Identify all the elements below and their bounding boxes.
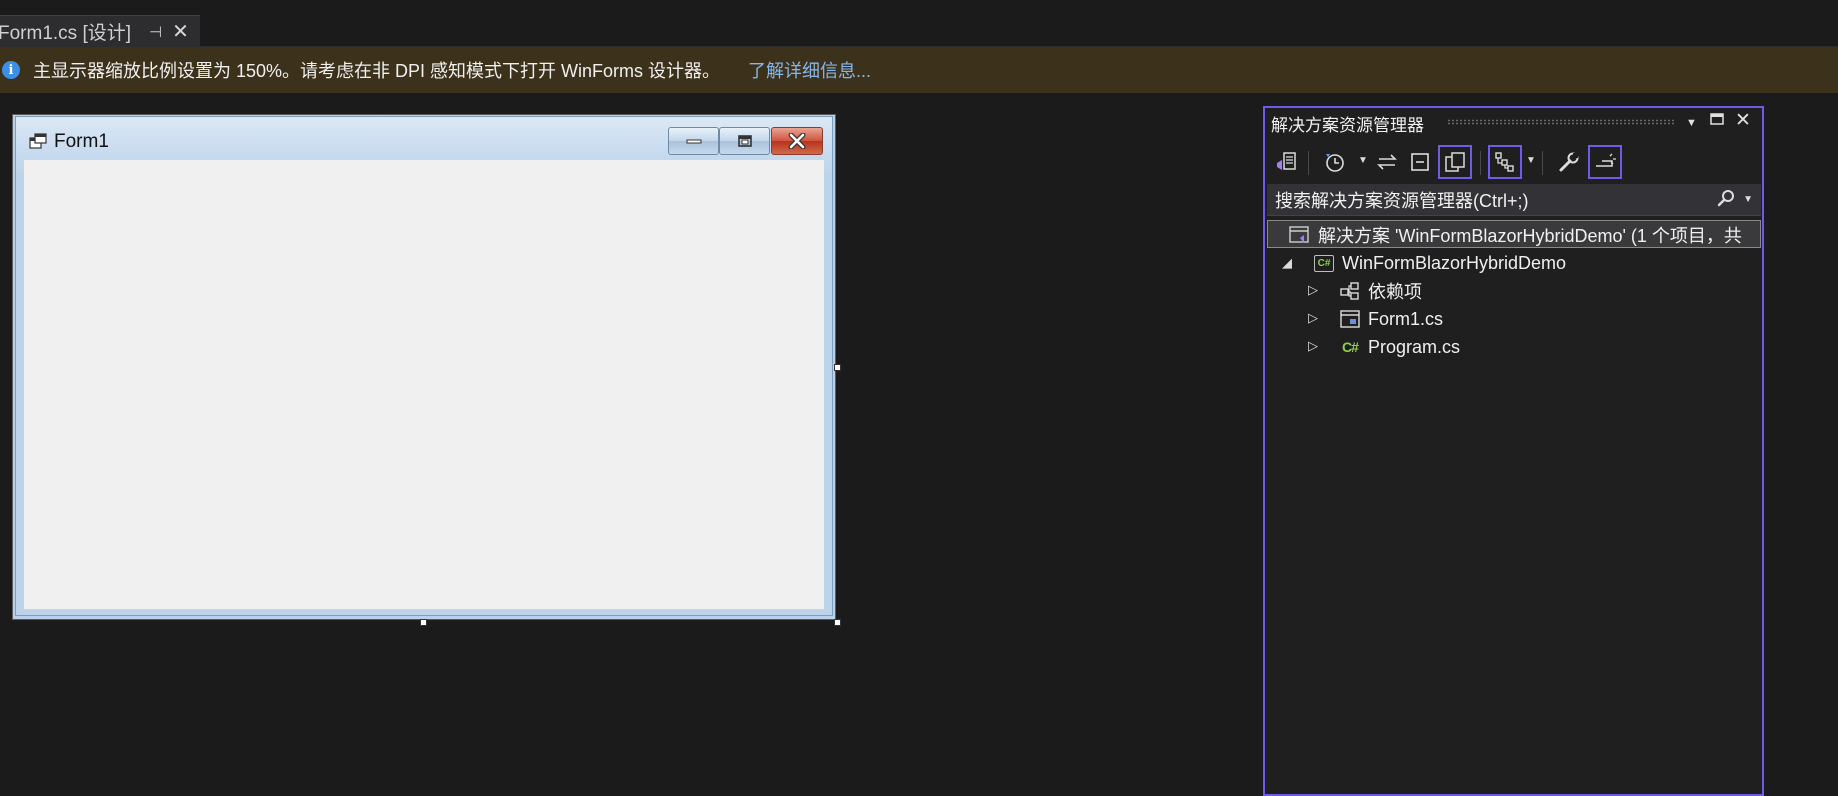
form-title: Form1	[54, 131, 109, 152]
form-window-icon	[29, 133, 47, 149]
window-position-dropdown-icon[interactable]: ▼	[1686, 117, 1697, 129]
solution-explorer-toolbar: ▼ ▼	[1266, 143, 1760, 181]
csharp-file-icon: C#	[1342, 339, 1359, 355]
info-message: 主显示器缩放比例设置为 150%。请考虑在非 DPI 感知模式下打开 WinFo…	[33, 61, 721, 81]
toolbar-separator	[1308, 151, 1309, 175]
solution-icon	[1288, 224, 1312, 246]
show-all-files-icon[interactable]	[1438, 145, 1472, 179]
switch-views-icon[interactable]	[1270, 145, 1304, 179]
dependencies-label: 依赖项	[1368, 282, 1422, 302]
properties-icon[interactable]	[1552, 145, 1586, 179]
close-icon	[788, 133, 806, 149]
learn-more-link[interactable]: 了解详细信息...	[748, 57, 871, 83]
pending-changes-dropdown-icon[interactable]: ▼	[1358, 155, 1368, 166]
tree-row-program[interactable]: ▷ C# Program.cs	[1308, 333, 1460, 361]
tree-row-solution[interactable]: 解决方案 'WinFormBlazorHybridDemo' (1 个项目，共	[1267, 220, 1761, 248]
info-icon: i	[2, 61, 20, 79]
search-icon[interactable]	[1717, 189, 1735, 213]
maximize-button[interactable]	[719, 127, 770, 155]
resize-handle-bottom[interactable]	[420, 619, 427, 626]
minimize-icon	[686, 139, 701, 144]
tree-filter-icon[interactable]	[1488, 145, 1522, 179]
collapse-all-icon[interactable]	[1404, 145, 1438, 179]
solution-label: 解决方案 'WinFormBlazorHybridDemo' (1 个项目，共	[1318, 226, 1742, 246]
form1-label: Form1.cs	[1368, 308, 1444, 329]
document-tab-title: Form1.cs [设计]	[0, 23, 132, 44]
sync-icon[interactable]	[1370, 145, 1404, 179]
maximize-panel-icon[interactable]	[1710, 112, 1724, 131]
close-icon[interactable]: ✕	[172, 19, 189, 44]
search-placeholder: 搜索解决方案资源管理器(Ctrl+;)	[1275, 190, 1529, 211]
toolbar-separator	[1542, 151, 1543, 175]
form-icon	[1338, 308, 1362, 330]
solution-search-input[interactable]: 搜索解决方案资源管理器(Ctrl+;) ▼	[1267, 184, 1761, 216]
program-label: Program.cs	[1368, 336, 1461, 357]
tree-row-dependencies[interactable]: ▷ 依赖项	[1308, 277, 1422, 305]
document-tab[interactable]: Form1.cs [设计] ⊣ ✕	[0, 15, 200, 47]
solution-explorer-title: 解决方案资源管理器	[1271, 116, 1424, 135]
filter-dropdown-icon[interactable]: ▼	[1526, 155, 1536, 166]
minimize-button[interactable]	[668, 127, 719, 155]
collapsed-arrow-icon[interactable]: ▷	[1308, 310, 1318, 326]
panel-drag-grip[interactable]	[1447, 119, 1675, 125]
collapsed-arrow-icon[interactable]: ▷	[1308, 338, 1318, 354]
project-label: WinFormBlazorHybridDemo	[1342, 252, 1567, 273]
close-button[interactable]	[771, 127, 823, 155]
form-client-area[interactable]	[24, 160, 824, 609]
resize-handle-corner[interactable]	[834, 619, 841, 626]
collapsed-arrow-icon[interactable]: ▷	[1308, 282, 1318, 298]
search-options-dropdown-icon[interactable]: ▼	[1743, 194, 1753, 205]
toolbar-separator	[1480, 151, 1481, 175]
csharp-project-icon: C#	[1312, 252, 1336, 274]
tree-row-form1[interactable]: ▷ Form1.cs	[1308, 305, 1443, 333]
resize-handle-right[interactable]	[834, 364, 841, 371]
close-panel-icon[interactable]: ✕	[1735, 109, 1751, 132]
pending-changes-icon[interactable]	[1318, 145, 1352, 179]
expanded-arrow-icon[interactable]: ◢	[1282, 255, 1292, 271]
maximize-icon	[737, 135, 752, 147]
tree-row-project[interactable]: ◢ C# WinFormBlazorHybridDemo	[1282, 249, 1566, 277]
pin-icon[interactable]: ⊣	[149, 23, 162, 41]
preview-icon[interactable]	[1588, 145, 1622, 179]
dependencies-icon	[1338, 280, 1362, 302]
info-bar: i 主显示器缩放比例设置为 150%。请考虑在非 DPI 感知模式下打开 Win…	[0, 47, 1838, 93]
